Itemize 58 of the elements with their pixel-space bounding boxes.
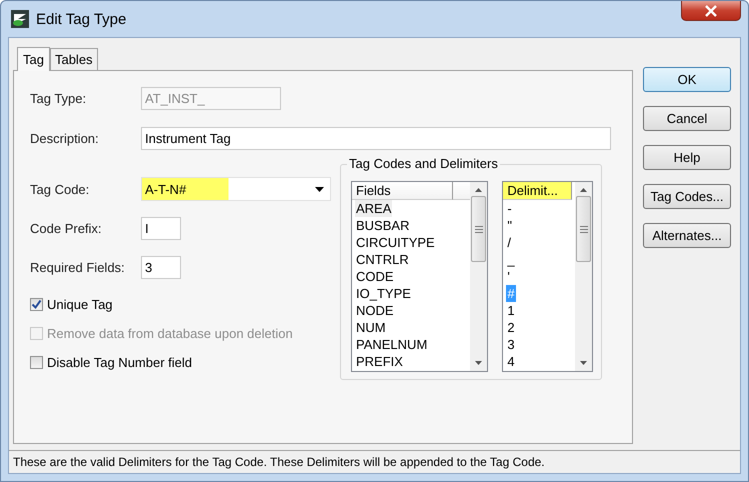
list-item[interactable]: CIRCUITYPE	[355, 234, 436, 251]
list-item[interactable]: NODE	[355, 302, 395, 319]
list-item[interactable]: BUSBAR	[355, 217, 410, 234]
field-label: Tag Code:	[30, 182, 90, 196]
scroll-down-icon[interactable]	[475, 361, 482, 365]
list-item[interactable]: 3	[506, 336, 516, 353]
tab[interactable]: Tag	[17, 47, 50, 71]
dialog-button[interactable]: Alternates...	[643, 223, 731, 248]
checkbox-label: Disable Tag Number field	[47, 355, 192, 370]
app-logo-icon	[10, 9, 30, 29]
list-item[interactable]: /	[506, 234, 512, 251]
dialog-button[interactable]: OK	[643, 67, 731, 92]
list-item[interactable]: '	[506, 268, 511, 285]
close-button[interactable]	[681, 1, 741, 21]
field-label: Code Prefix:	[30, 221, 103, 236]
dialog-button[interactable]: Help	[643, 145, 731, 170]
list-item[interactable]: PANELNUM	[355, 336, 428, 353]
grip-icon	[580, 226, 588, 232]
grip-icon	[474, 226, 483, 232]
column-header[interactable]: Delimit...	[503, 182, 572, 200]
column-header[interactable]: Fields	[352, 182, 453, 200]
list-item[interactable]: PREFIX	[355, 353, 404, 370]
list-item[interactable]: CNTRLR	[355, 251, 410, 268]
scroll-up-icon[interactable]	[475, 188, 482, 192]
list-item[interactable]: -	[506, 200, 513, 217]
list-item[interactable]: IO_TYPE	[355, 285, 412, 302]
checkbox[interactable]	[30, 298, 43, 311]
group-title: Tag Codes and Delimiters	[347, 156, 500, 171]
list-item[interactable]: NUM	[355, 319, 387, 336]
scrollbar[interactable]	[575, 182, 592, 371]
checkbox-label: Unique Tag	[47, 297, 113, 312]
description-field[interactable]: Instrument Tag	[141, 127, 611, 150]
code-prefix-field[interactable]: I	[141, 217, 181, 240]
field-label: Tag Type:	[30, 91, 88, 106]
list-item[interactable]: _	[506, 251, 516, 268]
tag-code-dropdown[interactable]: A-T-N#	[141, 177, 331, 201]
caret-icon	[315, 186, 324, 192]
scroll-up-icon[interactable]	[580, 188, 587, 192]
list-item[interactable]: "	[506, 217, 513, 234]
scroll-down-icon[interactable]	[580, 361, 587, 365]
list-item[interactable]: CODE	[355, 268, 395, 285]
close-icon	[705, 4, 717, 16]
tab[interactable]: Tables	[50, 48, 98, 70]
checkbox[interactable]	[30, 356, 43, 369]
required-fields-field[interactable]: 3	[141, 256, 181, 279]
list-box[interactable]: Fields AREA BUSBAR CIRCUITYPE CNTRLR CODE IO_TYPE NODE NUM PANELNUM PREFIX	[351, 181, 488, 372]
dialog-button[interactable]: Tag Codes...	[643, 184, 731, 209]
list-box[interactable]: Delimit... - " / _ ' # 1 2 3 4	[502, 181, 593, 372]
list-item[interactable]: 1	[506, 302, 516, 319]
dialog-button[interactable]: Cancel	[643, 106, 731, 131]
field-label: Required Fields:	[30, 260, 126, 275]
list-item[interactable]: 2	[506, 319, 516, 336]
field-label: Description:	[30, 131, 100, 146]
window-title: Edit Tag Type	[36, 10, 126, 28]
checkbox-label: Remove data from database upon deletion	[47, 326, 293, 341]
list-item[interactable]: AREA	[355, 200, 392, 217]
list-item[interactable]: 4	[506, 353, 516, 370]
scrollbar[interactable]	[470, 182, 488, 371]
